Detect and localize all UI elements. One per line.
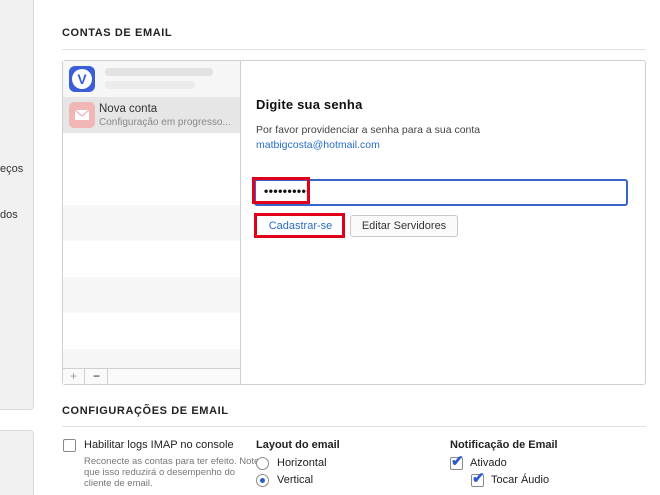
- edit-servers-button[interactable]: Editar Servidores: [350, 215, 458, 237]
- add-account-button[interactable]: +: [63, 369, 85, 384]
- account-setup-pane: Digite sua senha Por favor providenciar …: [242, 61, 645, 384]
- layout-vertical-label: Vertical: [277, 474, 314, 486]
- redacted-account-name: [105, 68, 213, 76]
- checkmark-icon: ✔: [451, 453, 464, 470]
- password-input[interactable]: ••••••••••: [254, 179, 628, 206]
- email-accounts-heading: CONTAS DE EMAIL: [62, 27, 173, 39]
- layout-horizontal-label: Horizontal: [277, 457, 327, 469]
- account-title: Nova conta: [99, 103, 158, 115]
- account-list-toolbar: + −: [63, 368, 240, 384]
- email-accounts-panel: V Nova conta Configuração em progresso..…: [62, 60, 646, 385]
- imap-logs-label: Habilitar logs IMAP no console: [84, 439, 234, 451]
- email-notification-heading: Notificação de Email: [450, 439, 558, 451]
- imap-logs-checkbox[interactable]: [63, 439, 76, 452]
- section-divider: [62, 426, 646, 427]
- email-layout-heading: Layout do email: [256, 439, 340, 451]
- settings-page: eços dos CONTAS DE EMAIL V Nova conta Co…: [0, 0, 660, 495]
- account-status: Configuração em progresso...: [99, 117, 231, 128]
- envelope-icon: [69, 102, 95, 128]
- layout-horizontal-radio[interactable]: [256, 457, 269, 470]
- account-email-address: matbigcosta@hotmail.com: [256, 139, 380, 151]
- settings-sidebar: eços dos: [0, 0, 34, 410]
- settings-sidebar-lower: [0, 430, 34, 495]
- register-highlight-frame: [254, 213, 345, 238]
- redacted-account-address: [105, 81, 195, 89]
- sidebar-item-fragment[interactable]: eços: [0, 163, 23, 175]
- list-item: [63, 277, 240, 313]
- notification-sound-label: Tocar Áudio: [491, 474, 550, 486]
- sidebar-item-fragment[interactable]: dos: [0, 209, 18, 221]
- account-row-vivaldi[interactable]: V: [63, 61, 240, 97]
- vivaldi-logo-icon: V: [69, 66, 95, 92]
- password-prompt-description: Por favor providenciar a senha para a su…: [256, 124, 481, 136]
- password-highlight-frame: [252, 177, 310, 204]
- layout-vertical-radio[interactable]: [256, 474, 269, 487]
- checkmark-icon: ✔: [472, 470, 485, 487]
- email-settings-heading: CONFIGURAÇÕES DE EMAIL: [62, 405, 229, 417]
- imap-logs-hint: Reconecte as contas para ter efeito. Not…: [84, 456, 260, 489]
- notification-enabled-label: Ativado: [470, 457, 507, 469]
- section-divider: [62, 49, 646, 50]
- account-row-new[interactable]: Nova conta Configuração em progresso...: [63, 97, 240, 133]
- list-item: [63, 349, 240, 368]
- list-item: [63, 205, 240, 241]
- account-list: V Nova conta Configuração em progresso..…: [63, 61, 241, 384]
- remove-account-button[interactable]: −: [86, 369, 108, 384]
- password-prompt-title: Digite sua senha: [256, 97, 363, 112]
